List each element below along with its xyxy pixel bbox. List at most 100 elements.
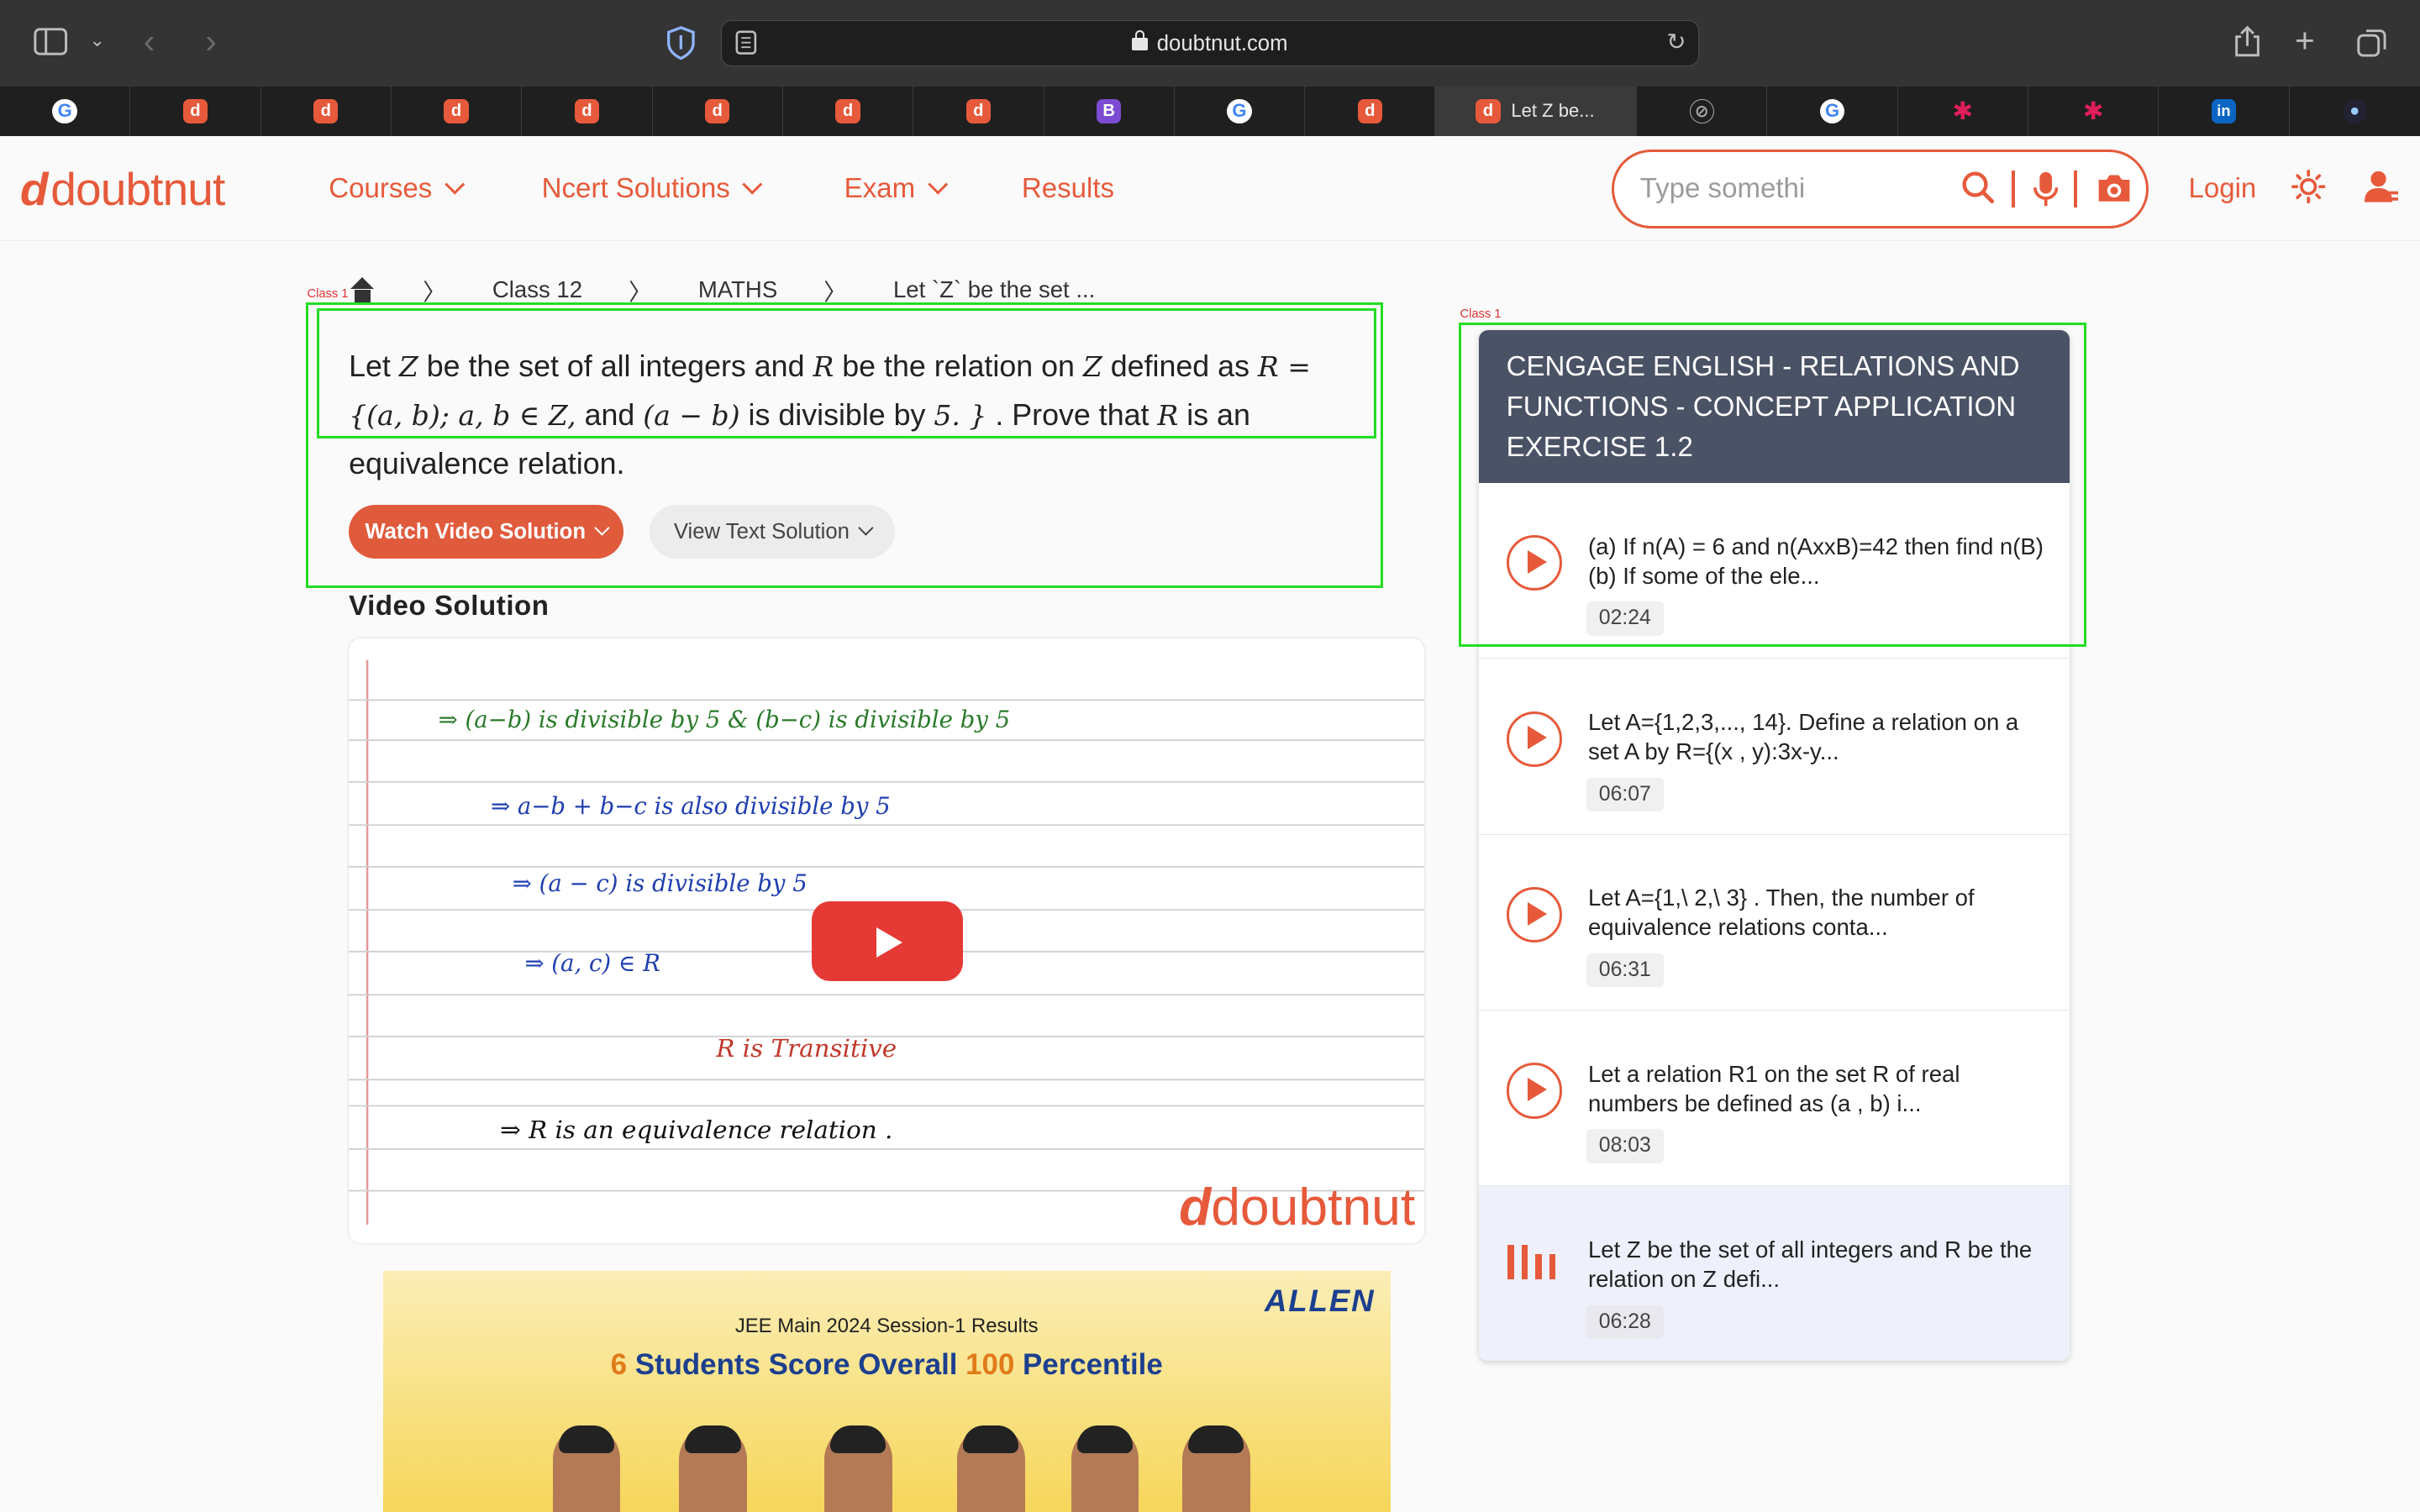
nav-exam[interactable]: Exam <box>844 172 948 205</box>
home-icon[interactable] <box>349 277 376 302</box>
tab[interactable]: d <box>913 86 1044 136</box>
q-math: (a − b) <box>643 398 740 432</box>
video-solution-heading: Video Solution <box>349 591 550 622</box>
tab[interactable]: G <box>1175 86 1306 136</box>
ad-subheadline: 6 Students Score Overall 100 Percentile <box>383 1348 1391 1382</box>
related-video-item[interactable]: Let A={1,\ 2,\ 3} . Then, the number of … <box>1478 834 2070 1011</box>
question-text: Let Z be the set of all integers and R b… <box>349 343 1367 488</box>
nav-results[interactable]: Results <box>1022 173 1114 205</box>
video-player[interactable]: ⇒ (a−b) is divisible by 5 & (b−c) is div… <box>349 638 1425 1244</box>
new-tab-icon[interactable]: + <box>2295 23 2315 57</box>
nav-ncert-solutions[interactable]: Ncert Solutions <box>541 172 763 205</box>
address-bar[interactable]: doubtnut.com ↻ <box>720 19 1700 66</box>
theme-toggle-icon[interactable] <box>2291 170 2326 212</box>
forward-icon[interactable]: › <box>205 24 216 58</box>
student-photo <box>1181 1425 1250 1512</box>
search-icon[interactable] <box>1961 171 1995 212</box>
nav-label: Results <box>1021 172 1115 204</box>
now-playing-icon <box>1507 1245 1563 1279</box>
tab[interactable]: d <box>130 86 261 136</box>
login-link[interactable]: Login <box>2188 173 2256 205</box>
url-text: doubtnut.com <box>722 29 1698 56</box>
tab[interactable]: ✱ <box>1898 86 2028 136</box>
related-video-item-current[interactable]: Let Z be the set of all integers and R b… <box>1478 1186 2070 1361</box>
tab[interactable]: d <box>522 86 653 136</box>
nav-label: Courses <box>329 172 433 204</box>
youtube-play-button[interactable] <box>812 900 964 982</box>
doubtnut-icon: d <box>705 98 730 123</box>
tab[interactable]: G <box>1767 86 1898 136</box>
play-icon[interactable] <box>1506 711 1562 767</box>
button-label: Watch Video Solution <box>365 519 587 543</box>
logo-mark-icon: d <box>19 162 49 215</box>
tab[interactable]: B <box>1044 86 1175 136</box>
tab[interactable]: ● <box>2290 87 2420 136</box>
logo-text: doubtnut <box>50 162 225 215</box>
watch-video-solution-button[interactable]: Watch Video Solution <box>349 504 624 559</box>
play-icon[interactable] <box>1506 887 1562 943</box>
sidebar-toggle-icon[interactable] <box>34 28 68 60</box>
play-icon[interactable] <box>1506 1063 1562 1119</box>
reload-icon[interactable]: ↻ <box>1666 30 1686 54</box>
doubtnut-logo[interactable]: d doubtnut <box>20 162 225 216</box>
ad-number: 6 <box>610 1348 628 1382</box>
microphone-icon[interactable] <box>2033 171 2059 215</box>
related-video-item[interactable]: Let a relation R1 on the set R of real n… <box>1478 1011 2070 1187</box>
tab[interactable]: d <box>1305 86 1436 136</box>
allen-logo: ALLEN <box>1264 1284 1376 1319</box>
doubtnut-icon: d <box>313 98 339 123</box>
q-math: R <box>1157 398 1179 432</box>
user-icon[interactable] <box>2364 170 2399 212</box>
camera-icon[interactable] <box>2096 171 2133 212</box>
chevron-down-icon[interactable]: ⌄ <box>90 30 105 50</box>
search-input[interactable] <box>1639 171 1941 208</box>
tab-title: Let Z be... <box>1511 100 1595 122</box>
tab-bar: G d d d d d d d B G d d Let Z be... ⊘ G ✱… <box>0 86 2420 136</box>
chevron-down-icon <box>742 174 763 194</box>
globe-icon: ● <box>2342 98 2367 123</box>
handwritten-line: ⇒ (a, c) ∈ R <box>524 950 660 978</box>
tab-active[interactable]: d Let Z be... <box>1435 86 1638 136</box>
tab[interactable]: in <box>2159 86 2290 136</box>
tab-overview-icon[interactable] <box>2357 28 2388 64</box>
student-photo <box>1071 1425 1139 1512</box>
back-icon[interactable]: ‹ <box>144 24 155 58</box>
duration-badge: 08:03 <box>1586 1129 1664 1163</box>
tab[interactable]: ✱ <box>2028 86 2160 136</box>
share-icon[interactable] <box>2233 24 2261 63</box>
tab[interactable]: d <box>783 86 914 136</box>
q-text: Let <box>349 349 399 383</box>
breadcrumb-class[interactable]: Class 12 <box>492 276 582 303</box>
nav-courses[interactable]: Courses <box>329 172 465 205</box>
chevron-down-icon <box>858 520 874 536</box>
breadcrumb-subject[interactable]: MATHS <box>698 276 777 303</box>
q-math: R <box>813 349 834 383</box>
nav-label: Exam <box>844 172 916 204</box>
nav-label: Ncert Solutions <box>541 172 730 204</box>
breadcrumb-current: Let `Z` be the set ... <box>892 276 1096 303</box>
tab[interactable]: d <box>261 86 392 136</box>
ad-number: 100 <box>965 1348 1015 1382</box>
debug-label: Class 1 <box>1460 307 1502 321</box>
watermark-text: doubtnut <box>1211 1178 1416 1237</box>
duration-badge: 06:28 <box>1586 1305 1664 1340</box>
divider <box>2073 171 2077 208</box>
logo-mark-icon: d <box>1179 1178 1212 1237</box>
q-text: is divisible by <box>739 397 934 432</box>
duration-badge: 06:07 <box>1586 777 1664 812</box>
tab[interactable]: ⊘ <box>1637 86 1768 136</box>
q-text: defined as <box>1102 349 1258 383</box>
view-text-solution-button[interactable]: View Text Solution <box>650 504 896 559</box>
shield-icon[interactable] <box>666 26 697 65</box>
slack-icon: ✱ <box>1952 97 1974 125</box>
allen-ad-banner[interactable]: ALLEN JEE Main 2024 Session-1 Results 6 … <box>382 1271 1391 1512</box>
ad-text: Students Score Overall <box>627 1348 966 1382</box>
doubtnut-icon: d <box>444 98 469 123</box>
q-math: 5. } <box>934 398 987 432</box>
tab[interactable]: d <box>392 86 523 136</box>
doubtnut-icon: d <box>965 98 992 123</box>
tab[interactable]: d <box>653 86 783 136</box>
chevron-down-icon <box>594 520 610 536</box>
tab[interactable]: G <box>0 86 131 136</box>
related-video-item[interactable]: Let A={1,2,3,..., 14}. Define a relation… <box>1478 659 2070 835</box>
